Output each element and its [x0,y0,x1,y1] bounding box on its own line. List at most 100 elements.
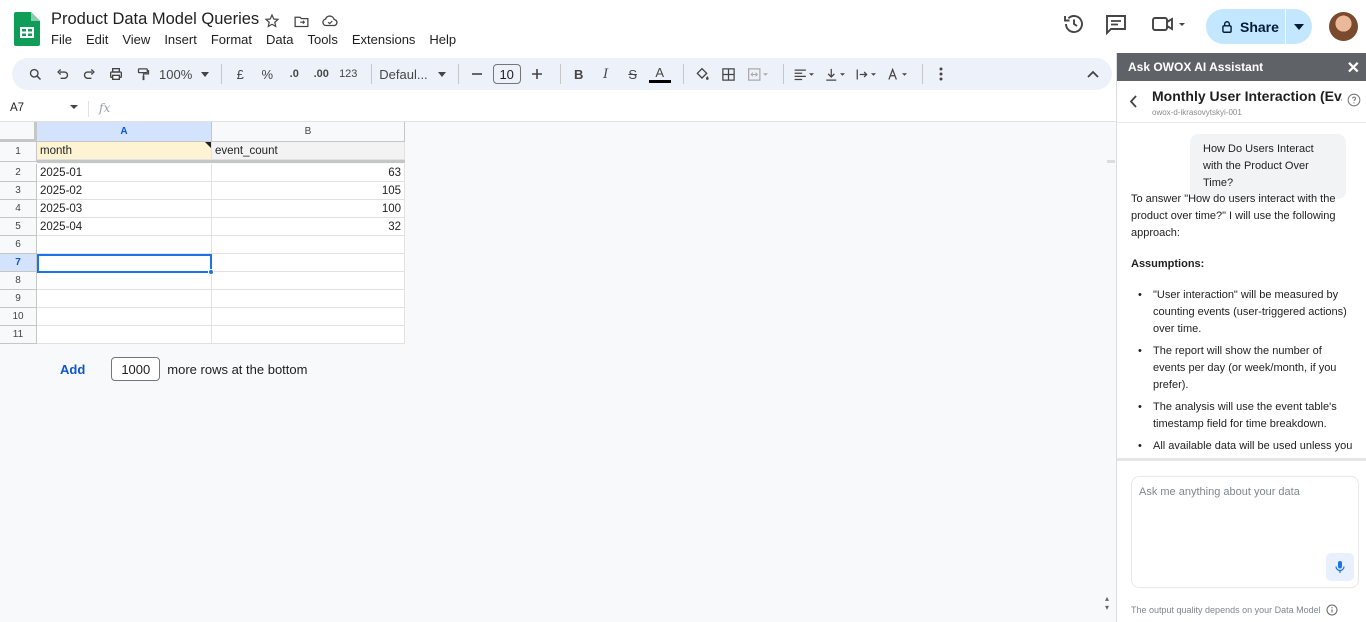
row-header-8[interactable]: 8 [0,272,37,290]
text-color-button[interactable]: A [648,65,671,83]
cell-a4[interactable]: 2025-03 [37,200,212,218]
info-icon[interactable] [1326,604,1338,616]
row-header-9[interactable]: 9 [0,290,37,308]
row-header-2[interactable]: 2 [0,164,37,182]
sheets-logo-icon[interactable] [14,12,40,46]
select-all-corner[interactable] [0,122,37,142]
font-size-input[interactable]: 10 [492,64,521,84]
fill-handle[interactable] [208,269,214,275]
frozen-row-divider[interactable] [37,160,405,163]
cell-b1[interactable]: event_count [212,142,405,160]
cell-a5[interactable]: 2025-04 [37,218,212,236]
bold-button[interactable]: B [568,62,590,86]
italic-button[interactable]: I [595,62,617,86]
cell-a11[interactable] [37,326,212,344]
cell-a3[interactable]: 2025-02 [37,182,212,200]
comments-icon[interactable] [1104,12,1128,36]
cell-a1[interactable]: month [37,142,212,160]
decrease-decimal-button[interactable]: .0 [283,62,305,86]
number-format-button[interactable]: 123 [337,62,359,86]
row-header-7[interactable]: 7 [0,254,37,272]
undo-icon[interactable] [51,62,73,86]
menu-tools[interactable]: Tools [300,31,344,48]
percent-format-button[interactable]: % [256,62,278,86]
vertical-align-icon[interactable] [822,62,848,86]
row-header-1[interactable]: 1 [0,142,37,162]
cell-b7[interactable] [212,254,405,272]
menu-file[interactable]: File [44,31,79,48]
cell-b8[interactable] [212,272,405,290]
increase-decimal-button[interactable]: .00 [310,62,332,86]
menu-edit[interactable]: Edit [79,31,115,48]
decrease-font-size-icon[interactable] [466,62,488,86]
print-icon[interactable] [105,62,127,86]
column-header-a[interactable]: A [37,122,212,142]
back-chevron-icon[interactable] [1129,95,1138,108]
menu-insert[interactable]: Insert [157,31,204,48]
share-button[interactable]: Share [1206,9,1312,44]
zoom-select[interactable]: 100% [159,62,210,86]
collapse-toolbar-chevron-up-icon[interactable] [1082,62,1104,86]
menu-help[interactable]: Help [422,31,463,48]
close-icon[interactable]: ✕ [1347,58,1360,78]
borders-icon[interactable] [718,62,740,86]
doc-title[interactable]: Product Data Model Queries [51,10,259,29]
menu-view[interactable]: View [115,31,157,48]
microphone-button[interactable] [1326,553,1354,581]
active-cell-selection[interactable] [37,254,212,273]
column-header-b[interactable]: B [212,122,405,142]
menu-format[interactable]: Format [204,31,259,48]
row-header-11[interactable]: 11 [0,326,37,344]
row-header-10[interactable]: 10 [0,308,37,326]
cell-b2[interactable]: 63 [212,164,405,182]
row-header-4[interactable]: 4 [0,200,37,218]
cell-b3[interactable]: 105 [212,182,405,200]
strikethrough-button[interactable]: S [622,62,644,86]
avatar[interactable] [1329,12,1358,41]
version-history-icon[interactable] [1062,12,1086,36]
row-header-3[interactable]: 3 [0,182,37,200]
share-main[interactable]: Share [1206,9,1286,44]
move-folder-icon[interactable] [291,11,311,31]
sheet-grid[interactable]: A B 1 2 3 4 5 6 7 8 9 10 11 month event_… [0,122,1116,622]
fill-color-icon[interactable] [691,62,713,86]
name-box-chevron-icon[interactable] [70,105,78,109]
horizontal-align-icon[interactable] [791,62,817,86]
currency-format-button[interactable]: £ [229,62,251,86]
increase-font-size-icon[interactable] [526,62,548,86]
cell-b4[interactable]: 100 [212,200,405,218]
row-header-5[interactable]: 5 [0,218,37,236]
cell-b11[interactable] [212,326,405,344]
cell-a10[interactable] [37,308,212,326]
share-options-chevron-icon[interactable] [1286,9,1312,44]
cell-b10[interactable] [212,308,405,326]
cell-b9[interactable] [212,290,405,308]
redo-icon[interactable] [78,62,100,86]
menu-data[interactable]: Data [259,31,300,48]
add-rows-button[interactable]: Add [60,362,85,377]
ask-input[interactable]: Ask me anything about your data [1131,476,1359,588]
text-rotation-icon[interactable] [884,62,910,86]
star-icon[interactable] [262,11,282,31]
cell-a6[interactable] [37,236,212,254]
text-wrapping-icon[interactable] [853,62,879,86]
cell-a8[interactable] [37,272,212,290]
chat-area[interactable]: How Do Users Interact with the Product O… [1117,124,1366,458]
cell-b5[interactable]: 32 [212,218,405,236]
cell-a2[interactable]: 2025-01 [37,164,212,182]
paint-format-icon[interactable] [132,62,154,86]
rows-count-input[interactable]: 1000 [111,357,161,381]
cell-a9[interactable] [37,290,212,308]
cell-b6[interactable] [212,236,405,254]
meet-icon[interactable] [1150,12,1186,36]
help-icon[interactable] [1347,93,1361,107]
merge-cells-icon[interactable] [745,62,771,86]
cloud-status-icon[interactable] [320,11,340,31]
name-box[interactable]: A7 [10,102,24,114]
scrollbar-thumb[interactable] [1107,160,1115,163]
font-select[interactable]: Defaul... [379,62,446,86]
scroll-arrows-icon[interactable]: ▴ ▾ [1105,594,1109,612]
menu-extensions[interactable]: Extensions [345,31,423,48]
search-menus-icon[interactable] [24,62,46,86]
row-header-6[interactable]: 6 [0,236,37,254]
